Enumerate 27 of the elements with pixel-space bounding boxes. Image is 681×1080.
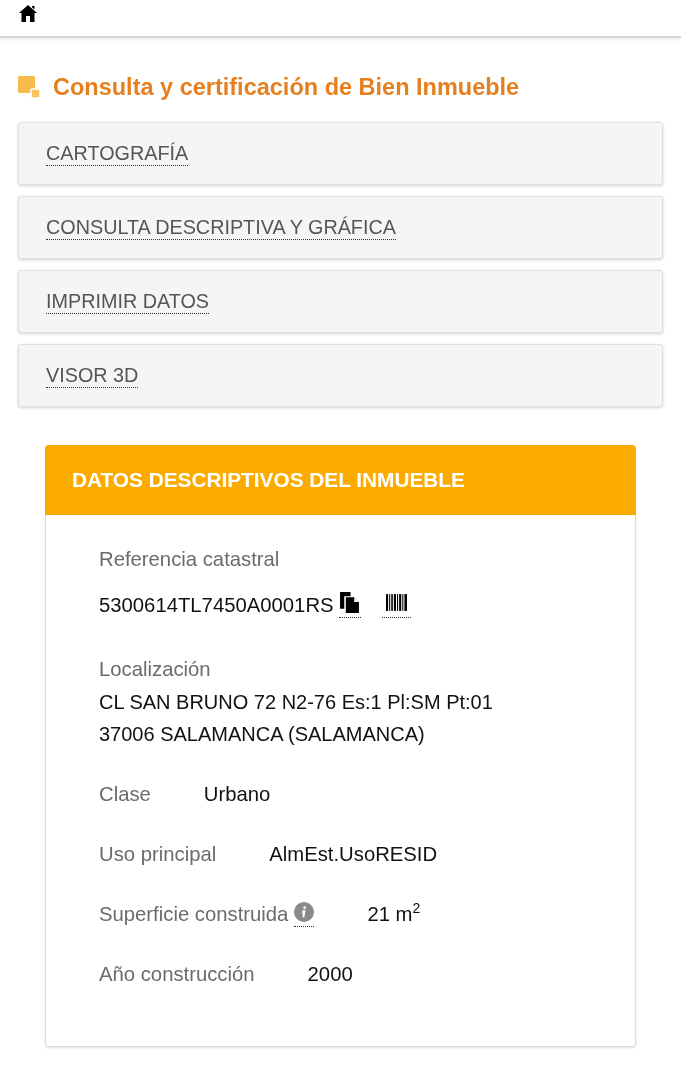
field-label: Localización (99, 657, 212, 682)
barcode-icon (385, 594, 407, 611)
field-label: Año construcción (99, 962, 255, 987)
copy-link[interactable] (338, 592, 361, 618)
barcode-link[interactable] (381, 592, 411, 618)
copy-icon (339, 592, 359, 613)
field-label: Referencia catastral (99, 547, 281, 572)
home-icon (19, 5, 37, 22)
reference-value: 5300614TL7450A0001RS (99, 593, 334, 618)
field-value: AlmEst.UsoRESID (269, 842, 438, 867)
section-icon (18, 76, 40, 98)
field-value: Urbano (203, 782, 271, 807)
field-value: 2000 (307, 962, 353, 987)
field-value: 21 m$^{2}$ (367, 899, 421, 927)
panel-title: DATOS DESCRIPTIVOS DEL INMUEBLE (72, 468, 465, 492)
home-link[interactable] (19, 5, 37, 22)
menu-link[interactable]: IMPRIMIR DATOS (46, 289, 210, 314)
section-title: Consulta y certificación de Bien Inmueble (53, 73, 520, 101)
menu-link[interactable]: CONSULTA DESCRIPTIVA Y GRÁFICA (46, 215, 396, 240)
field-label: Superficie construida (99, 902, 289, 927)
menu-link[interactable]: VISOR 3D (46, 363, 139, 388)
info-icon (294, 902, 315, 922)
field-label: Uso principal (99, 842, 217, 867)
field-label: Clase (99, 782, 151, 807)
menu-link[interactable]: CARTOGRAFÍA (46, 141, 189, 166)
address-text: CL SAN BRUNO 72 N2-76 Es:1 Pl:SM Pt:01 37006 SALAMANCA (SALAMANCA) (99, 690, 494, 747)
info-link[interactable] (294, 901, 315, 927)
